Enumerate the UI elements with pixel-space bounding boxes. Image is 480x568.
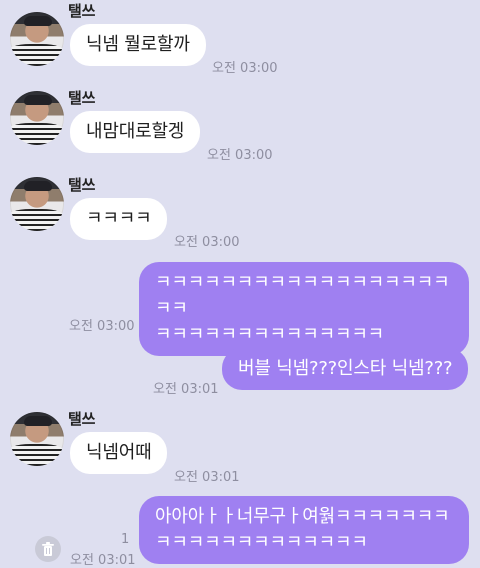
- outgoing-message-bubble[interactable]: 버블 닉넴???인스타 닉넴???: [222, 348, 469, 390]
- avatar[interactable]: [10, 412, 64, 466]
- message-time: 오전 03:01: [70, 553, 136, 568]
- outgoing-message-bubble[interactable]: 아아아ㅏㅏ너무구ㅏ여웕ㅋㅋㅋㅋㅋㅋㅋ ㅋㅋㅋㅋㅋㅋㅋㅋㅋㅋㅋㅋㅋ: [139, 496, 469, 564]
- avatar[interactable]: [10, 12, 64, 66]
- trash-icon: [42, 542, 54, 556]
- incoming-message-bubble[interactable]: 닉넴 뭘로할까: [70, 24, 206, 66]
- sender-name: 탤쓰: [68, 176, 96, 194]
- message-time: 오전 03:00: [69, 319, 135, 334]
- avatar[interactable]: [10, 177, 64, 231]
- message-time: 오전 03:01: [153, 382, 219, 397]
- avatar[interactable]: [10, 91, 64, 145]
- outgoing-message-bubble[interactable]: ㅋㅋㅋㅋㅋㅋㅋㅋㅋㅋㅋㅋㅋㅋㅋㅋㅋㅋㅋㅋ ㅋㅋㅋㅋㅋㅋㅋㅋㅋㅋㅋㅋㅋㅋ: [139, 262, 469, 356]
- sender-name: 탤쓰: [68, 89, 96, 107]
- message-time: 오전 03:00: [212, 61, 278, 76]
- incoming-message-bubble[interactable]: 닉넴어때: [70, 432, 168, 474]
- incoming-message-bubble[interactable]: ㅋㅋㅋㅋ: [70, 198, 168, 240]
- message-time: 오전 03:01: [174, 470, 240, 485]
- message-time: 오전 03:00: [207, 148, 273, 163]
- read-count: 1: [121, 532, 130, 547]
- incoming-message-bubble[interactable]: 내맘대로할겡: [70, 111, 201, 153]
- sender-name: 탤쓰: [68, 410, 96, 428]
- sender-name: 탤쓰: [68, 2, 96, 20]
- message-time: 오전 03:00: [174, 235, 240, 250]
- delete-button[interactable]: [35, 536, 61, 562]
